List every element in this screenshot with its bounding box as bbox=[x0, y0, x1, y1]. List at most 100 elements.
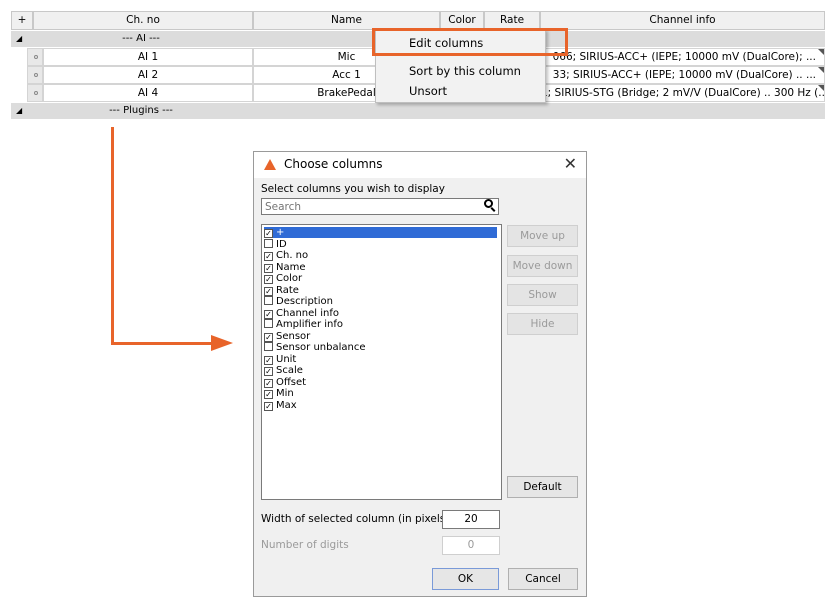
column-option[interactable]: ID bbox=[264, 238, 287, 250]
dropdown-corner-icon bbox=[818, 67, 824, 73]
search-icon[interactable] bbox=[484, 199, 493, 208]
highlight-box bbox=[372, 28, 568, 56]
dialog-titlebar[interactable]: Choose columns ✕ bbox=[254, 152, 586, 178]
cell-ch-no[interactable]: AI 1 bbox=[43, 48, 253, 66]
checkbox-checked-icon[interactable]: ✓ bbox=[264, 367, 273, 376]
cell-channel-info[interactable]: 33; SIRIUS-ACC+ (IEPE; 10000 mV (DualCor… bbox=[540, 66, 825, 84]
column-option-label: ID bbox=[276, 238, 287, 250]
column-option-label: Max bbox=[276, 399, 297, 411]
column-option[interactable]: ✓ Unit bbox=[264, 354, 296, 365]
column-option[interactable]: ✓ Max bbox=[264, 400, 297, 411]
group-row-plugins[interactable]: ◢ --- Plugins --- bbox=[11, 103, 825, 119]
collapse-icon[interactable]: ◢ bbox=[16, 31, 22, 47]
channel-info-text: 066; SIRIUS-ACC+ (IEPE; 10000 mV (DualCo… bbox=[552, 51, 816, 63]
column-option-label: Sensor bbox=[276, 330, 311, 342]
checkbox-unchecked-icon[interactable] bbox=[264, 342, 273, 351]
collapse-icon[interactable]: ◢ bbox=[16, 103, 22, 119]
column-option-label: Sensor unbalance bbox=[276, 342, 366, 353]
cell-channel-info[interactable]: 066; SIRIUS-ACC+ (IEPE; 10000 mV (DualCo… bbox=[540, 48, 825, 66]
columns-list[interactable]: ✓ + ID ✓ Ch. no ✓ Name ✓ Color ✓ Rate Description ✓ C… bbox=[261, 224, 502, 500]
hide-button[interactable]: Hide bbox=[507, 313, 578, 335]
cell-ch-no[interactable]: AI 4 bbox=[43, 84, 253, 102]
column-option-label: Channel info bbox=[276, 307, 339, 319]
checkbox-checked-icon[interactable]: ✓ bbox=[264, 263, 273, 273]
checkbox-checked-icon[interactable]: ✓ bbox=[264, 390, 273, 399]
cancel-button[interactable]: Cancel bbox=[508, 568, 578, 590]
checkbox-checked-icon[interactable]: ✓ bbox=[264, 309, 273, 319]
header-channel-info[interactable]: Channel info bbox=[540, 11, 825, 30]
checkbox-checked-icon[interactable]: ✓ bbox=[264, 355, 273, 365]
channel-info-text: 33; SIRIUS-ACC+ (IEPE; 10000 mV (DualCor… bbox=[552, 69, 816, 81]
column-option-label: Ch. no bbox=[276, 250, 309, 261]
checkbox-unchecked-icon[interactable] bbox=[264, 296, 273, 305]
app-logo-icon bbox=[264, 159, 276, 170]
row-dot-icon bbox=[34, 73, 38, 77]
instruction-label: Select columns you wish to display bbox=[261, 183, 445, 195]
search-input[interactable] bbox=[261, 198, 499, 215]
column-option[interactable]: ✓ Sensor bbox=[264, 331, 310, 342]
column-option-label: Description bbox=[276, 296, 333, 307]
menu-item-sort[interactable]: Sort by this column bbox=[376, 61, 545, 81]
checkbox-unchecked-icon[interactable] bbox=[264, 238, 273, 248]
column-option[interactable]: ✓ Name bbox=[264, 262, 306, 273]
column-option-label: Rate bbox=[276, 284, 299, 296]
column-option[interactable]: Sensor unbalance bbox=[264, 342, 366, 353]
move-down-button[interactable]: Move down bbox=[507, 255, 578, 277]
column-option[interactable]: ✓ Min bbox=[264, 388, 294, 399]
row-handle[interactable] bbox=[27, 48, 43, 66]
column-option[interactable]: Amplifier info bbox=[264, 319, 343, 330]
column-option[interactable]: ✓ Scale bbox=[264, 365, 303, 376]
header-ch-no[interactable]: Ch. no bbox=[33, 11, 253, 30]
column-option-label: Color bbox=[276, 273, 303, 284]
channel-info-text: 1; SIRIUS-STG (Bridge; 2 mV/V (DualCore)… bbox=[541, 87, 825, 99]
close-icon[interactable]: ✕ bbox=[564, 154, 577, 173]
column-option-label: Scale bbox=[276, 365, 303, 376]
row-dot-icon bbox=[34, 91, 38, 95]
show-button[interactable]: Show bbox=[507, 284, 578, 306]
column-option-label: Offset bbox=[276, 376, 307, 388]
row-handle[interactable] bbox=[27, 66, 43, 84]
row-dot-icon bbox=[34, 55, 38, 59]
width-input[interactable]: 20 bbox=[442, 510, 500, 529]
move-up-button[interactable]: Move up bbox=[507, 225, 578, 247]
width-label: Width of selected column (in pixels) bbox=[261, 513, 450, 525]
default-button[interactable]: Default bbox=[507, 476, 578, 498]
choose-columns-dialog: Choose columns ✕ Select columns you wish… bbox=[253, 151, 587, 597]
digits-input[interactable]: 0 bbox=[442, 536, 500, 555]
column-option-label: + bbox=[276, 227, 285, 238]
menu-item-unsort[interactable]: Unsort bbox=[376, 81, 545, 101]
column-option-label: Min bbox=[276, 388, 294, 399]
column-option-label: Unit bbox=[276, 353, 297, 365]
checkbox-checked-icon[interactable]: ✓ bbox=[264, 332, 273, 342]
checkbox-checked-icon[interactable]: ✓ bbox=[264, 401, 273, 411]
cell-channel-info[interactable]: 1; SIRIUS-STG (Bridge; 2 mV/V (DualCore)… bbox=[540, 84, 825, 102]
group-label: --- Plugins --- bbox=[109, 105, 173, 116]
column-option[interactable]: ✓ + bbox=[264, 227, 497, 238]
group-label: --- AI --- bbox=[122, 33, 160, 44]
column-option-label: Amplifier info bbox=[276, 319, 343, 330]
digits-label: Number of digits bbox=[261, 539, 349, 551]
ok-button[interactable]: OK bbox=[432, 568, 499, 590]
column-option-label: Name bbox=[276, 261, 306, 273]
arrow-head-icon bbox=[211, 335, 233, 351]
header-add[interactable]: + bbox=[11, 11, 33, 30]
column-option[interactable]: ✓ Rate bbox=[264, 285, 299, 296]
column-option[interactable]: Description bbox=[264, 296, 333, 307]
checkbox-checked-icon[interactable]: ✓ bbox=[264, 229, 273, 238]
checkbox-checked-icon[interactable]: ✓ bbox=[264, 275, 273, 284]
checkbox-unchecked-icon[interactable] bbox=[264, 319, 273, 328]
column-option[interactable]: ✓ Channel info bbox=[264, 308, 339, 319]
checkbox-checked-icon[interactable]: ✓ bbox=[264, 252, 273, 261]
row-handle[interactable] bbox=[27, 84, 43, 102]
dropdown-corner-icon bbox=[818, 85, 824, 91]
dialog-title: Choose columns bbox=[284, 157, 383, 171]
checkbox-checked-icon[interactable]: ✓ bbox=[264, 286, 273, 296]
column-option[interactable]: ✓ Color bbox=[264, 273, 302, 284]
arrow-line-vertical bbox=[111, 127, 114, 345]
column-option[interactable]: ✓ Offset bbox=[264, 377, 306, 388]
cell-ch-no[interactable]: AI 2 bbox=[43, 66, 253, 84]
dropdown-corner-icon bbox=[818, 49, 824, 55]
checkbox-checked-icon[interactable]: ✓ bbox=[264, 378, 273, 388]
arrow-line-horizontal bbox=[111, 342, 213, 345]
column-option[interactable]: ✓ Ch. no bbox=[264, 250, 308, 261]
